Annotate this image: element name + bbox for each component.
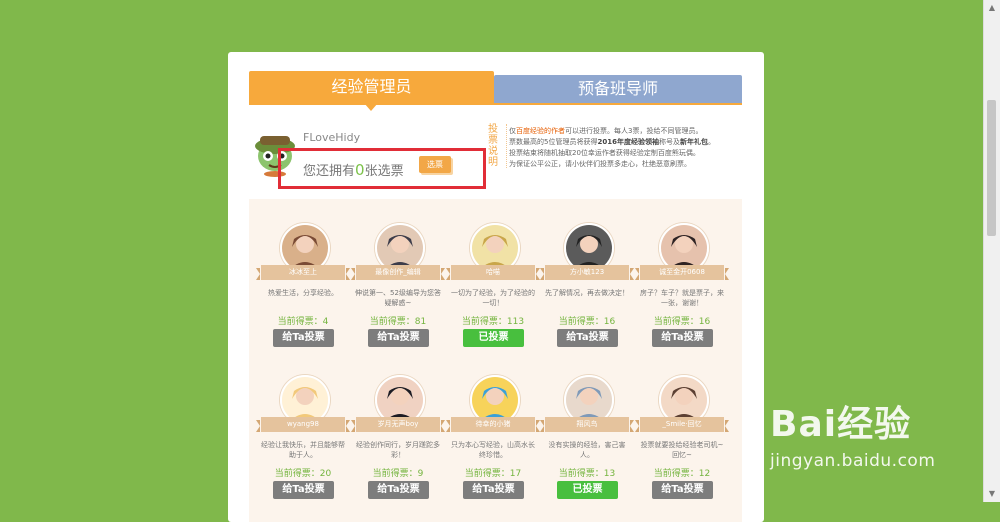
- candidate-name[interactable]: 待幸的小猪: [451, 417, 535, 432]
- scrollbar-thumb[interactable]: [987, 100, 996, 236]
- candidate-motto: 一切为了经验，为了经验的一切！: [451, 289, 535, 307]
- vote-button[interactable]: 给Ta投票: [368, 481, 429, 499]
- candidate-name-ribbon: _Smile·回忆: [635, 417, 729, 432]
- candidate-motto: 只为本心写经验，山高水长终珍惜。: [451, 441, 535, 459]
- vote-button[interactable]: 给Ta投票: [368, 329, 429, 347]
- candidate-score: 当前得票：17: [464, 469, 522, 479]
- candidate-name[interactable]: wyang98: [261, 417, 345, 432]
- candidate-name-ribbon: 最像创作_编辑: [351, 265, 445, 280]
- candidate-name-ribbon: wyang98: [256, 417, 350, 432]
- candidate-motto: 经验让我快乐，并且能够帮助于人。: [261, 441, 345, 459]
- voting-rules: 仅百度经验的作者可以进行投票。每人3票，投给不同管理员。 票数最高的5位管理员将…: [509, 126, 749, 170]
- voting-rules-title: 投票说明: [486, 124, 507, 168]
- watermark-url: jingyan.baidu.com: [770, 451, 936, 471]
- vote-panel: 经验管理员 预备班导师 FLoveHidy 您还拥有0张选票 选票 投票说明 仅…: [228, 52, 764, 522]
- candidate-score: 当前得票：4: [277, 317, 329, 327]
- rules-line: 为保证公平公正，请小伙伴们投票多走心，杜绝恶意刷票。: [509, 160, 691, 168]
- tab-bar: 经验管理员 预备班导师: [249, 71, 742, 111]
- candidate-name-ribbon: 翔风鸟: [540, 417, 634, 432]
- tab-underline: [249, 103, 742, 105]
- username: FLoveHidy: [303, 131, 361, 144]
- candidate-score: 当前得票：16: [558, 317, 616, 327]
- candidate-motto: 经验创作同行，岁月蹉跎多彩！: [356, 441, 440, 459]
- candidate-name-ribbon: 哈喵: [446, 265, 540, 280]
- candidate-grid: 冰冰至上热爱生活，分享经验。 当前得票：4 给Ta投票 最像创作_编辑 伸说第一、52级…: [249, 199, 742, 522]
- candidate-score: 当前得票：9: [372, 469, 424, 479]
- candidate-score: 当前得票：113: [461, 317, 525, 327]
- vote-button[interactable]: 给Ta投票: [463, 481, 524, 499]
- candidate-motto: 房子？车子？就是票子，来一张，谢谢！: [640, 289, 724, 307]
- scroll-up-icon[interactable]: ▲: [984, 0, 1000, 16]
- candidate-score: 当前得票：12: [653, 469, 711, 479]
- candidate-motto: 伸说第一、52级编导为您答疑解惑~: [355, 289, 441, 307]
- candidate-name[interactable]: 哈喵: [451, 265, 535, 280]
- candidate-name[interactable]: 翔风鸟: [545, 417, 629, 432]
- rules-line: 投票结束将随机抽取20位幸运作者获得经验定制百度熊玩偶。: [509, 149, 700, 157]
- tab-prep-tutor[interactable]: 预备班导师: [494, 75, 742, 103]
- candidate-name-ribbon: 诚至金开0608: [635, 265, 729, 280]
- scroll-down-icon[interactable]: ▼: [984, 486, 1000, 502]
- candidate-name-ribbon: 岁月无声boy: [351, 417, 445, 432]
- candidate-name-ribbon: 冰冰至上: [256, 265, 350, 280]
- candidate-score: 当前得票：81: [369, 317, 427, 327]
- candidate-motto: 热爱生活，分享经验。: [268, 289, 338, 297]
- candidate-motto: 没有实操的经验，害己害人。: [548, 441, 626, 459]
- candidate-score: 当前得票：13: [558, 469, 616, 479]
- vote-button[interactable]: 给Ta投票: [652, 329, 713, 347]
- vote-button[interactable]: 给Ta投票: [557, 329, 618, 347]
- watermark-logo: Bai经验: [770, 404, 912, 445]
- highlight-box: [278, 148, 486, 189]
- candidate-name[interactable]: 方小敏123: [545, 265, 629, 280]
- candidate-name-ribbon: 方小敏123: [540, 265, 634, 280]
- vote-button[interactable]: 给Ta投票: [273, 481, 334, 499]
- rules-line: 仅百度经验的作者可以进行投票。每人3票，投给不同管理员。: [509, 127, 703, 135]
- candidate-score: 当前得票：20: [274, 469, 332, 479]
- candidate-name[interactable]: 冰冰至上: [261, 265, 345, 280]
- baidu-jingyan-watermark: Bai经验 jingyan.baidu.com: [770, 395, 960, 495]
- voted-button[interactable]: 已投票: [463, 329, 524, 347]
- candidate-name[interactable]: _Smile·回忆: [640, 417, 724, 432]
- candidate-motto: 投票就要投给经验老司机~回忆~: [640, 441, 724, 459]
- tab-experience-admin[interactable]: 经验管理员: [249, 71, 494, 111]
- candidate-name-ribbon: 待幸的小猪: [446, 417, 540, 432]
- vertical-scrollbar[interactable]: ▲ ▼: [983, 0, 1000, 502]
- vote-button[interactable]: 给Ta投票: [652, 481, 713, 499]
- candidate-score: 当前得票：16: [653, 317, 711, 327]
- candidate-name[interactable]: 岁月无声boy: [356, 417, 440, 432]
- vote-button[interactable]: 给Ta投票: [273, 329, 334, 347]
- candidate-name[interactable]: 最像创作_编辑: [356, 265, 440, 280]
- candidate-motto: 先了解情况，再去做决定！: [545, 289, 629, 297]
- candidate-name[interactable]: 诚至金开0608: [640, 265, 724, 280]
- voted-button[interactable]: 已投票: [557, 481, 618, 499]
- rules-line: 票数最高的5位管理员将获得2016年度经验领袖称号及新年礼包。: [509, 138, 715, 146]
